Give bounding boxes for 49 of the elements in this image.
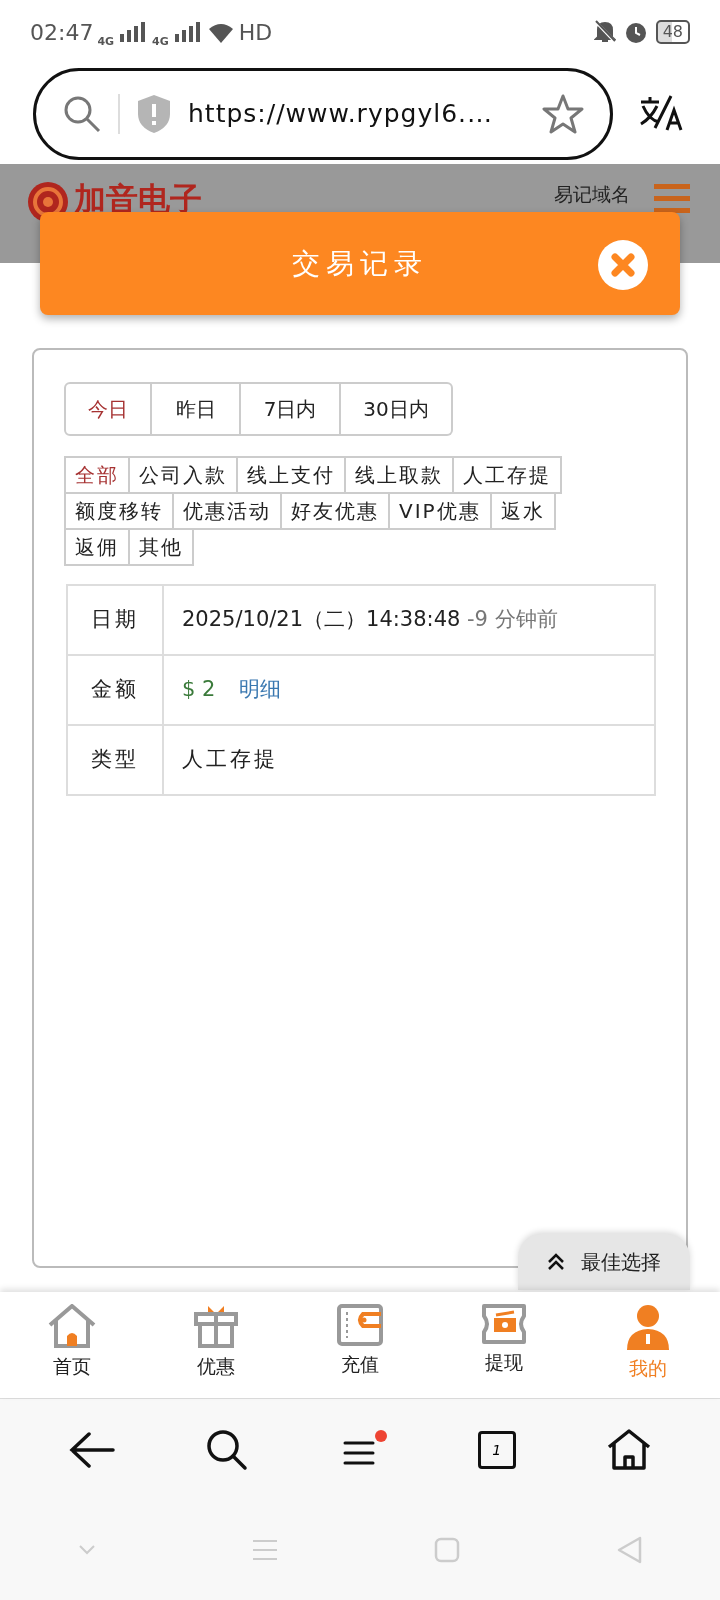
alarm-icon — [623, 20, 648, 44]
home-icon[interactable] — [606, 1428, 651, 1471]
gift-icon — [194, 1304, 238, 1348]
type-filter[interactable]: 返佣 — [64, 528, 130, 566]
details-link[interactable]: 明细 — [239, 677, 282, 702]
nav-tab[interactable]: 充值 — [288, 1292, 432, 1398]
close-button[interactable] — [598, 240, 648, 290]
nav-tab[interactable]: 优惠 — [144, 1292, 288, 1398]
bell-off-icon — [593, 20, 616, 44]
type-value: 人工存提 — [182, 747, 278, 772]
back-icon[interactable] — [69, 1431, 116, 1468]
amount-value: $ 2 — [182, 677, 216, 702]
date-tab[interactable]: 7日内 — [241, 382, 341, 436]
header-link[interactable]: 易记域名 — [554, 180, 630, 209]
wallet-icon — [337, 1304, 383, 1346]
date-tab[interactable]: 30日内 — [341, 382, 453, 436]
hd-label: HD — [238, 18, 273, 47]
clock-time: 02:47 — [30, 18, 94, 47]
date-tab[interactable]: 今日 — [64, 382, 152, 436]
type-filter[interactable]: 返水 — [489, 492, 556, 530]
modal-title: 交易记录 — [292, 245, 428, 282]
best-choice-button[interactable]: 最佳选择 — [518, 1234, 690, 1290]
relative-time: -9 分钟前 — [467, 607, 558, 632]
date-value: 2025/10/21（二）14:38:48 — [182, 607, 461, 632]
wifi-icon — [206, 21, 235, 43]
address-bar[interactable]: https://www.rypgyl6.… — [33, 68, 613, 160]
date-tab[interactable]: 昨日 — [152, 382, 241, 436]
tabs-button[interactable]: 1 — [477, 1430, 516, 1469]
type-filter[interactable]: 人工存提 — [452, 456, 562, 494]
nav-tab[interactable]: 提现 — [432, 1292, 576, 1398]
search-icon[interactable] — [206, 1428, 249, 1471]
url-text: https://www.rypgyl6.… — [188, 98, 494, 131]
row-label: 日期 — [67, 585, 163, 655]
battery-indicator: 48 — [655, 20, 690, 44]
nav-tab[interactable]: 首页 — [0, 1292, 144, 1398]
row-label: 类型 — [67, 725, 163, 795]
signal-icon — [172, 22, 203, 42]
type-filter[interactable]: 其他 — [128, 528, 194, 566]
network-label: 4G — [152, 33, 169, 50]
home-icon — [47, 1304, 97, 1348]
row-label: 金额 — [67, 655, 163, 725]
search-icon — [62, 94, 102, 134]
star-icon[interactable] — [542, 93, 584, 135]
user-icon — [625, 1304, 671, 1350]
network-label: 4G — [97, 33, 115, 50]
ticket-icon — [480, 1304, 528, 1344]
chevron-up-icon — [547, 1253, 565, 1271]
shield-icon — [136, 94, 172, 134]
type-filter[interactable]: 全部 — [64, 456, 130, 494]
